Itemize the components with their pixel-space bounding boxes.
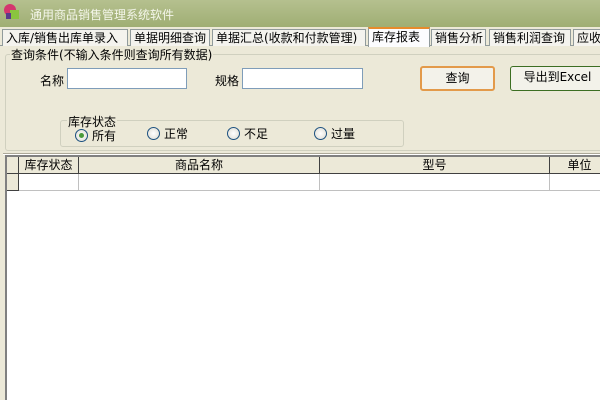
radio-excess-label: 过量 <box>331 127 356 141</box>
row-indicator-header <box>7 157 19 174</box>
tab-sales-analysis[interactable]: 销售分析 <box>431 29 486 46</box>
name-input[interactable] <box>67 68 187 89</box>
tab-stock-report[interactable]: 库存报表 <box>368 27 430 47</box>
grid-cell[interactable] <box>550 174 600 191</box>
radio-insufficient[interactable]: 不足 <box>227 125 268 142</box>
radio-icon <box>314 127 327 140</box>
window-title: 通用商品销售管理系统软件 <box>30 8 175 22</box>
title-bar: 通用商品销售管理系统软件 <box>0 0 600 27</box>
radio-all[interactable]: 所有 <box>75 127 116 144</box>
tab-receivable[interactable]: 应收 <box>573 29 600 46</box>
row-indicator[interactable] <box>7 174 19 191</box>
tab-entry[interactable]: 入库/销售出库单录入 <box>2 29 128 46</box>
stock-grid[interactable]: 库存状态 商品名称 型号 单位 <box>5 155 600 400</box>
column-header-status[interactable]: 库存状态 <box>19 157 79 174</box>
tab-detail-query[interactable]: 单据明细查询 <box>130 29 210 46</box>
spec-label: 规格 <box>215 74 240 88</box>
tab-summary[interactable]: 单据汇总(收款和付款管理) <box>212 29 366 46</box>
grid-cell[interactable] <box>320 174 550 191</box>
radio-icon <box>147 127 160 140</box>
tab-profit-query[interactable]: 销售利润查询 <box>489 29 571 46</box>
radio-insufficient-label: 不足 <box>244 127 269 141</box>
app-logo-icon <box>4 4 19 19</box>
name-label: 名称 <box>40 74 65 88</box>
query-button[interactable]: 查询 <box>420 66 495 91</box>
radio-normal-label: 正常 <box>164 127 189 141</box>
spec-input[interactable] <box>242 68 363 89</box>
column-header-unit[interactable]: 单位 <box>550 157 600 174</box>
query-group-label: 查询条件(不输入条件则查询所有数据) <box>10 46 214 63</box>
radio-checked-icon <box>75 129 88 142</box>
radio-icon <box>227 127 240 140</box>
column-header-model[interactable]: 型号 <box>320 157 550 174</box>
export-excel-button[interactable]: 导出到Excel <box>510 66 600 91</box>
radio-excess[interactable]: 过量 <box>314 125 355 142</box>
tab-bar: 入库/销售出库单录入 单据明细查询 单据汇总(收款和付款管理) 库存报表 销售分… <box>0 27 600 47</box>
radio-all-label: 所有 <box>92 129 117 143</box>
radio-normal[interactable]: 正常 <box>147 125 188 142</box>
column-header-product-name[interactable]: 商品名称 <box>79 157 320 174</box>
grid-cell[interactable] <box>19 174 79 191</box>
grid-cell[interactable] <box>79 174 320 191</box>
